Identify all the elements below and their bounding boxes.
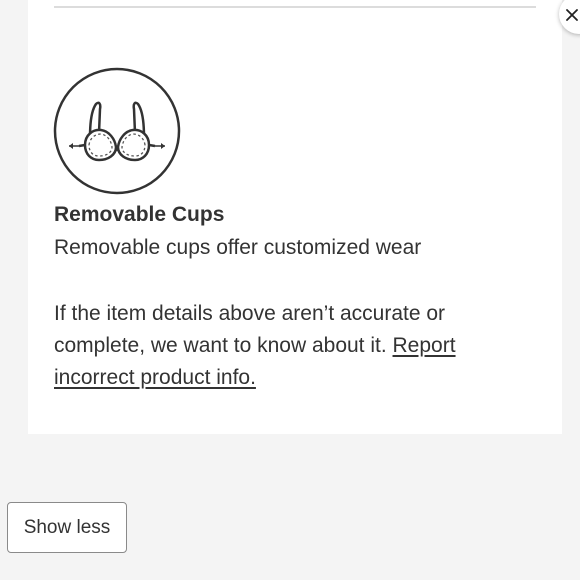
removable-cups-icon <box>53 67 181 195</box>
feature-title: Removable Cups <box>54 203 225 226</box>
product-details-card: Removable Cups Removable cups offer cust… <box>28 0 562 434</box>
close-icon <box>566 9 578 21</box>
close-button[interactable] <box>559 0 580 34</box>
report-notice: If the item details above aren’t accurat… <box>54 298 534 394</box>
report-notice-text: If the item details above aren’t accurat… <box>54 302 446 357</box>
feature-description: Removable cups offer customized wear <box>54 236 422 259</box>
section-divider <box>54 6 536 8</box>
show-less-button[interactable]: Show less <box>7 502 127 553</box>
product-details-page: Removable Cups Removable cups offer cust… <box>0 0 580 580</box>
